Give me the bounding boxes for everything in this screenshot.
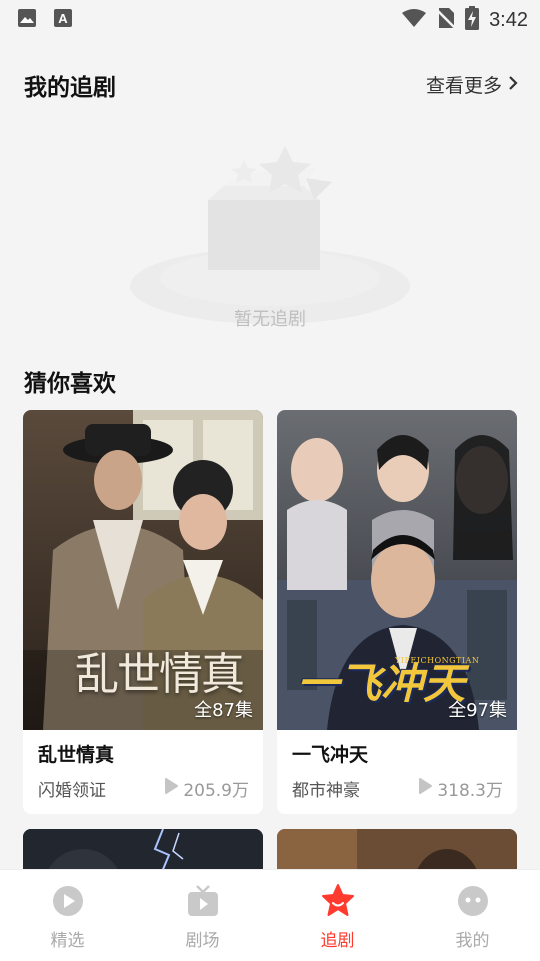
face-icon [456,884,490,922]
show-title: 乱世情真 [38,744,115,766]
play-count-value: 205.9万 [183,781,249,801]
play-icon [418,778,433,799]
view-more-label: 查看更多 [425,75,502,97]
poster-subtitle-art: YIFEICHONGTIAN [395,656,480,665]
bottom-nav: 精选 剧场 追剧 我的 [0,869,540,961]
nav-label: 追剧 [320,931,355,951]
episode-count: 全87集 [194,700,253,721]
show-poster: 一飞冲天 YIFEICHONGTIAN 全97集 [277,410,517,730]
view-more-link[interactable]: 查看更多 [426,71,518,98]
show-card[interactable]: 乱世情真 全87集 乱世情真 闪婚领证 205.9万 [23,410,263,814]
show-card[interactable]: 一飞冲天 YIFEICHONGTIAN 全97集 一飞冲天 都市神豪 318.3… [277,410,517,814]
status-bar: A 3:42 [0,0,540,36]
nav-item-profile[interactable]: 我的 [405,870,540,961]
poster-title-art: 乱世情真 [75,649,245,700]
svg-text:A: A [58,11,68,26]
my-shows-title: 我的追剧 [24,75,116,101]
nav-item-following[interactable]: 追剧 [270,870,405,961]
show-poster: 乱世情真 全87集 [23,410,263,730]
text-a-icon: A [53,8,73,32]
play-count: 205.9万 [164,776,249,801]
nav-label: 我的 [455,931,490,951]
clock-time: 3:42 [489,8,528,31]
show-tag: 闪婚领证 [38,781,106,801]
star-face-icon [321,884,355,922]
battery-charging-icon [465,6,480,34]
nav-item-featured[interactable]: 精选 [0,870,135,961]
show-tag: 都市神豪 [292,781,360,801]
tv-icon [186,884,220,922]
image-icon [17,8,37,32]
play-count: 318.3万 [418,776,503,801]
no-sim-icon [436,7,456,33]
play-circle-icon [51,884,85,922]
recommend-title: 猜你喜欢 [24,371,116,397]
episode-count: 全97集 [448,700,507,721]
show-title: 一飞冲天 [292,744,369,766]
play-count-value: 318.3万 [437,781,503,801]
nav-item-theater[interactable]: 剧场 [135,870,270,961]
chevron-right-icon [508,74,518,96]
empty-state-text: 暂无追剧 [234,309,306,330]
play-icon [164,778,179,799]
nav-label: 精选 [50,931,85,951]
nav-label: 剧场 [185,931,220,951]
wifi-icon [401,8,427,32]
